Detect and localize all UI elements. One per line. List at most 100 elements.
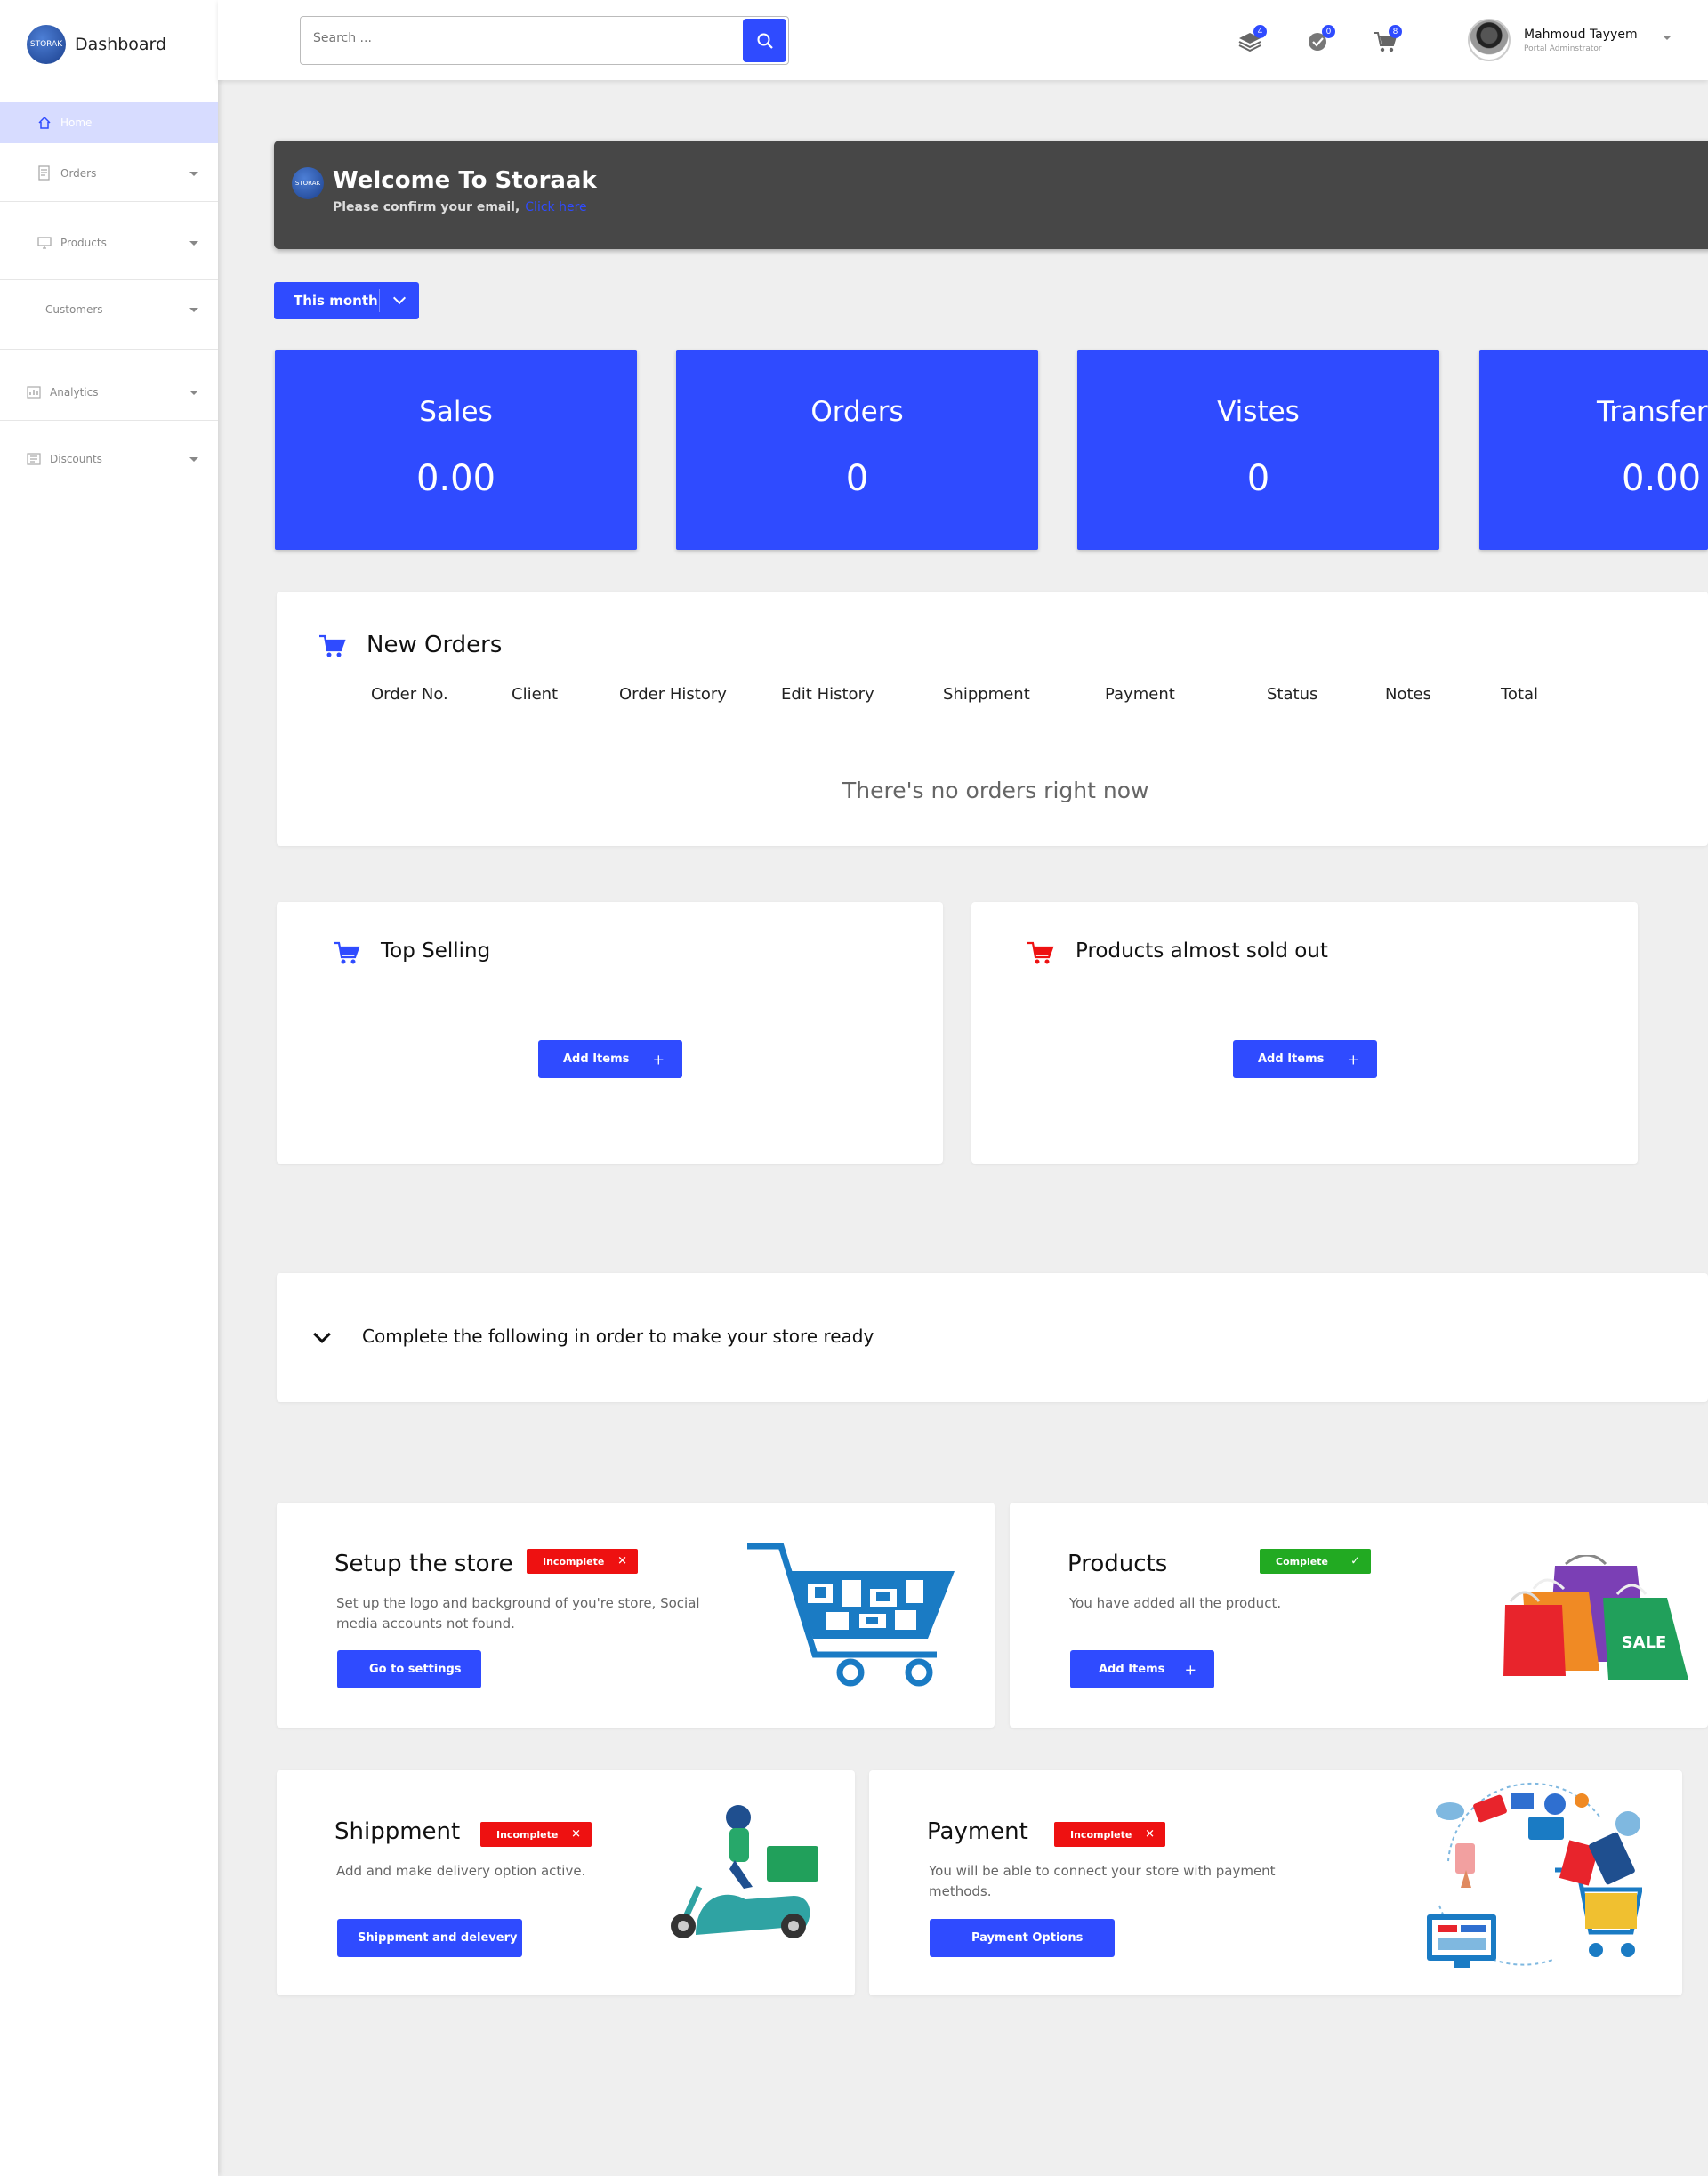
search-icon [757, 33, 773, 49]
user-name[interactable]: Mahmoud Tayyem [1524, 28, 1638, 42]
status-badge: Incomplete ✕ [480, 1822, 592, 1847]
stat-value: 0 [1246, 458, 1270, 499]
column-header: Edit History [781, 685, 874, 704]
confirm-email-text: Please confirm your email, [333, 200, 520, 214]
status-label: Incomplete [1070, 1828, 1132, 1841]
empty-orders-message: There's no orders right now [842, 778, 1149, 803]
plus-icon: + [652, 1051, 665, 1068]
sidebar-item-analytics[interactable]: Analytics [0, 379, 218, 406]
card-title: Payment [927, 1818, 1028, 1845]
add-items-button[interactable]: Add Items + [538, 1040, 682, 1078]
divider [0, 420, 218, 421]
column-header: Order No. [371, 685, 448, 704]
welcome-banner: STORAK Welcome To Storaak Please confirm… [274, 141, 1708, 249]
sidebar-item-products[interactable]: Products [0, 230, 218, 256]
discount-icon [25, 451, 43, 467]
plus-icon: + [1347, 1051, 1359, 1068]
status-badge: Complete ✓ [1260, 1549, 1371, 1574]
period-dropdown[interactable]: This month [274, 282, 419, 319]
notification-badge: 4 [1253, 25, 1267, 38]
sidebar-item-home[interactable]: Home [0, 102, 218, 143]
status-label: Incomplete [543, 1555, 605, 1568]
sidebar-item-label: Orders [60, 167, 97, 180]
shopping-cart-illustration [747, 1543, 955, 1687]
cart-button[interactable]: 8 [1372, 25, 1402, 53]
search-button[interactable] [743, 19, 786, 62]
period-label: This month [294, 293, 378, 309]
notification-badge: 8 [1389, 25, 1402, 38]
button-label: Go to settings [369, 1663, 462, 1676]
button-label: Payment Options [971, 1931, 1084, 1945]
button-label: Add Items [1099, 1663, 1165, 1676]
divider [379, 289, 380, 312]
chevron-down-icon [189, 456, 198, 462]
orders-icon [36, 165, 53, 181]
confirm-email-link[interactable]: Click here [525, 200, 586, 214]
top-selling-panel [277, 902, 943, 1164]
top-selling-title: Top Selling [381, 939, 491, 963]
add-items-button[interactable]: Add Items + [1233, 1040, 1377, 1078]
chevron-down-icon [189, 171, 198, 176]
sidebar-item-customers[interactable]: Customers [0, 296, 218, 323]
chevron-down-icon [189, 307, 198, 312]
stat-label: Orders [810, 396, 904, 428]
button-label: Add Items [1258, 1052, 1325, 1066]
shipment-delivery-button[interactable]: Shippment and delevery [337, 1919, 522, 1957]
divider [0, 201, 218, 202]
sold-out-title: Products almost sold out [1076, 939, 1328, 963]
sidebar-item-orders[interactable]: Orders [0, 160, 218, 187]
divider [0, 279, 218, 280]
column-header: Notes [1385, 685, 1431, 704]
stat-label: Sales [419, 396, 493, 428]
add-items-button[interactable]: Add Items + [1070, 1650, 1214, 1688]
layers-button[interactable]: 4 [1237, 25, 1267, 53]
shopping-bags-illustration: SALE [1503, 1555, 1688, 1680]
stat-label: Vistes [1217, 396, 1300, 428]
card-description: Add and make delivery option active. [336, 1863, 586, 1879]
monitor-icon [36, 235, 53, 251]
brand-title: Dashboard [75, 35, 167, 54]
chevron-down-icon [189, 390, 198, 395]
column-header: Status [1267, 685, 1318, 704]
go-to-settings-button[interactable]: Go to settings [337, 1650, 481, 1688]
welcome-subtitle: Please confirm your email, Click here [333, 200, 587, 214]
card-description: You will be able to connect your store w… [929, 1863, 1276, 1899]
column-header: Payment [1105, 685, 1175, 704]
delivery-scooter-illustration [671, 1805, 818, 1938]
new-orders-panel [277, 592, 1708, 846]
stat-value: 0.00 [415, 458, 496, 499]
payment-options-button[interactable]: Payment Options [930, 1919, 1115, 1957]
stat-card-orders: Orders 0 [676, 350, 1038, 550]
cart-icon [334, 941, 360, 964]
card-title: Shippment [334, 1818, 461, 1845]
brand[interactable]: STORAK Dashboard [27, 25, 166, 64]
cart-icon [319, 634, 346, 657]
welcome-title: Welcome To Storaak [333, 167, 597, 194]
sidebar: STORAK Dashboard Home Orders Products Cu… [0, 0, 218, 2176]
chevron-down-icon[interactable] [1663, 36, 1672, 40]
status-badge: Incomplete ✕ [527, 1549, 638, 1574]
cart-icon [1027, 941, 1054, 964]
avatar[interactable] [1468, 19, 1511, 61]
checklist-title: Complete the following in order to make … [362, 1326, 874, 1347]
chevron-down-icon [189, 240, 198, 246]
column-header: Shippment [943, 685, 1030, 704]
column-header: Order History [619, 685, 727, 704]
card-title: Setup the store [334, 1551, 513, 1577]
brand-logo: STORAK [27, 25, 66, 64]
sidebar-item-label: Analytics [50, 386, 99, 399]
status-label: Incomplete [496, 1828, 559, 1841]
stat-value: 0 [845, 458, 869, 499]
topbar: 4 0 8 Mahmoud Tayyem Portal Adminstrator [218, 0, 1708, 80]
button-label: Shippment and delevery [358, 1931, 518, 1945]
search-input[interactable] [313, 31, 705, 45]
column-header: Total [1501, 685, 1539, 704]
user-role: Portal Adminstrator [1524, 44, 1602, 53]
sidebar-item-discounts[interactable]: Discounts [0, 446, 218, 472]
chart-icon [25, 384, 43, 400]
card-description: You have added all the product. [1069, 1595, 1282, 1611]
close-icon: ✕ [617, 1554, 627, 1568]
stat-card-visits: Vistes 0 [1077, 350, 1439, 550]
tasks-button[interactable]: 0 [1305, 25, 1335, 53]
new-orders-title: New Orders [367, 632, 503, 658]
